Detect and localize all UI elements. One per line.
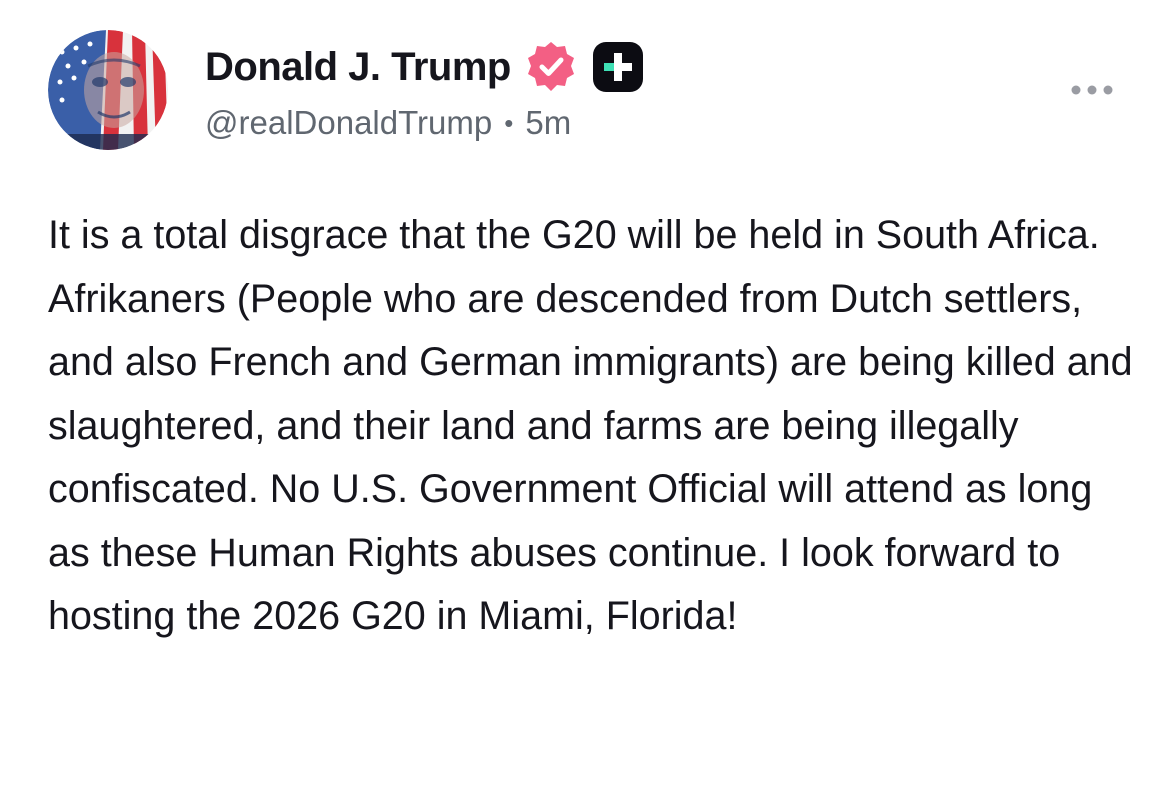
author-meta-row: @realDonaldTrump • 5m — [205, 104, 571, 142]
meta-separator: • — [504, 107, 514, 138]
more-options-button[interactable] — [1064, 70, 1120, 110]
more-options-icon — [1071, 85, 1113, 95]
author-handle[interactable]: @realDonaldTrump — [205, 104, 492, 142]
avatar-image — [48, 30, 168, 150]
truth-plus-icon[interactable] — [591, 40, 645, 94]
verified-badge-icon — [523, 39, 579, 95]
post-card: Donald J. Trump @realDonaldTrump • 5m It… — [0, 0, 1170, 791]
post-timestamp[interactable]: 5m — [525, 104, 571, 142]
author-header: Donald J. Trump — [205, 40, 645, 94]
author-display-name[interactable]: Donald J. Trump — [205, 45, 511, 90]
post-body-text: It is a total disgrace that the G20 will… — [48, 213, 1133, 638]
author-avatar[interactable] — [48, 30, 168, 150]
